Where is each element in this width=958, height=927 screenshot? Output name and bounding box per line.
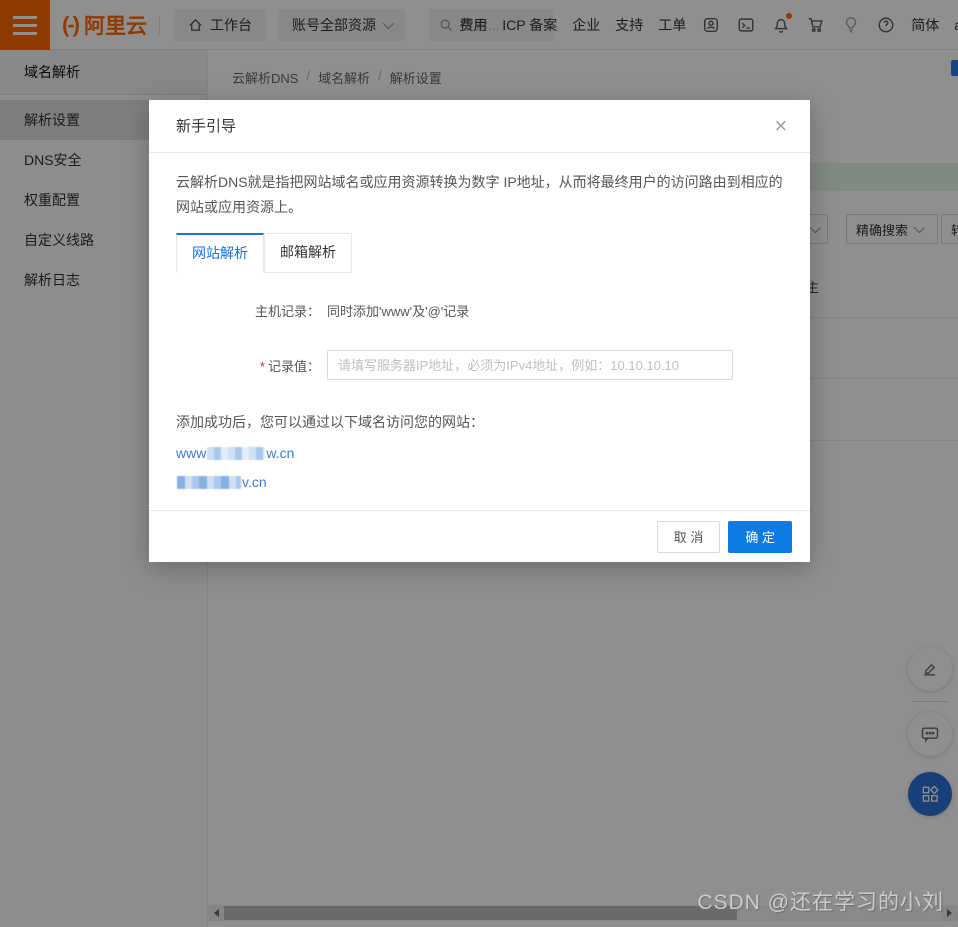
modal-footer: 取 消 确 定 [149,510,810,562]
host-record-row: 主机记录： 同时添加'www'及'@'记录 [176,301,783,320]
domain-link-prefix: www [176,445,207,461]
app-root: (-) 阿里云 工作台 账号全部资源 搜索... 费用 ICP 备案 企业 支持… [0,0,958,927]
domain-link-root[interactable]: v.cn [176,474,783,490]
confirm-button[interactable]: 确 定 [728,520,792,553]
close-icon[interactable]: × [774,100,788,153]
domain-link-suffix: v.cn [242,474,267,490]
required-asterisk: * [259,358,265,374]
resolution-tabs: 网站解析 邮箱解析 [176,233,783,273]
domain-link-www[interactable]: www w.cn [176,445,783,461]
host-record-value: 同时添加'www'及'@'记录 [327,304,470,319]
host-record-label: 主机记录： [254,304,320,319]
watermark-text: CSDN @还在学习的小刘 [697,891,944,914]
record-value-row: * 记录值： [176,350,783,380]
tab-website-resolution[interactable]: 网站解析 [176,233,264,273]
success-hint-text: 添加成功后，您可以通过以下域名访问您的网站： [176,414,484,430]
modal-header: 新手引导 × [149,100,810,153]
modal-body: 云解析DNS就是指把网站域名或应用资源转换为数字 IP地址，从而将最终用户的访问… [149,153,810,490]
cancel-button[interactable]: 取 消 [656,520,721,553]
modal-title: 新手引导 [176,118,237,135]
modal-description: 云解析DNS就是指把网站域名或应用资源转换为数字 IP地址，从而将最终用户的访问… [176,174,783,215]
domain-link-suffix: w.cn [266,445,295,461]
record-value-input[interactable] [327,350,733,380]
redacted-domain-segment [177,475,241,489]
beginner-guide-modal: 新手引导 × 云解析DNS就是指把网站域名或应用资源转换为数字 IP地址，从而将… [149,100,810,562]
tab-mail-resolution[interactable]: 邮箱解析 [264,233,352,273]
record-value-label: * 记录值： [259,358,320,374]
redacted-domain-segment [207,446,266,460]
